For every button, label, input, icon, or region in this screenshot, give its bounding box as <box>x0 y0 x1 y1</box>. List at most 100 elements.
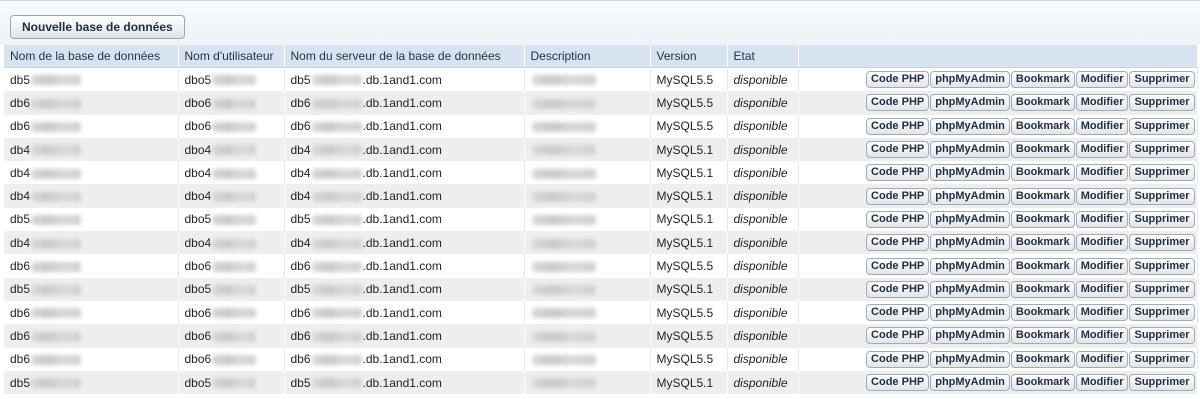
supprimer-button[interactable]: Supprimer <box>1129 280 1195 298</box>
phpmyadmin-button[interactable]: phpMyAdmin <box>930 164 1010 182</box>
new-database-button[interactable]: Nouvelle base de données <box>10 15 185 39</box>
supprimer-button[interactable]: Supprimer <box>1129 94 1195 112</box>
modifier-button[interactable]: Modifier <box>1075 71 1129 89</box>
column-header-version[interactable]: Version <box>650 45 728 68</box>
phpmyadmin-button[interactable]: phpMyAdmin <box>930 117 1010 135</box>
version-cell: MySQL5.1 <box>650 184 728 208</box>
phpmyadmin-button[interactable]: phpMyAdmin <box>930 210 1010 228</box>
phpmyadmin-button[interactable]: phpMyAdmin <box>930 71 1010 89</box>
bookmark-button[interactable]: Bookmark <box>1010 257 1075 275</box>
supprimer-button[interactable]: Supprimer <box>1129 141 1195 159</box>
supprimer-button[interactable]: Supprimer <box>1129 374 1195 391</box>
modifier-button[interactable]: Modifier <box>1075 164 1129 182</box>
code-php-button[interactable]: Code PHP <box>866 327 930 345</box>
bookmark-button[interactable]: Bookmark <box>1010 327 1075 345</box>
table-header: Nom de la base de données Nom d'utilisat… <box>4 45 1198 68</box>
server-name-prefix: db6 <box>290 119 311 134</box>
status-cell: disponible <box>727 137 799 162</box>
code-php-button[interactable]: Code PHP <box>866 141 930 159</box>
supprimer-button[interactable]: Supprimer <box>1129 327 1195 345</box>
bookmark-button[interactable]: Bookmark <box>1010 94 1075 112</box>
code-php-button[interactable]: Code PHP <box>866 71 930 89</box>
supprimer-button[interactable]: Supprimer <box>1129 304 1195 322</box>
server-name-suffix: .db.1and1.com <box>362 72 442 87</box>
code-php-button[interactable]: Code PHP <box>866 210 930 228</box>
phpmyadmin-button[interactable]: phpMyAdmin <box>930 257 1010 275</box>
column-header-database-name[interactable]: Nom de la base de données <box>4 45 179 68</box>
column-header-status[interactable]: Etat <box>727 45 799 68</box>
code-php-button[interactable]: Code PHP <box>866 257 930 275</box>
modifier-button[interactable]: Modifier <box>1075 257 1129 275</box>
modifier-button[interactable]: Modifier <box>1075 280 1129 298</box>
redacted-value <box>531 98 596 109</box>
modifier-button[interactable]: Modifier <box>1075 327 1129 345</box>
supprimer-button[interactable]: Supprimer <box>1129 210 1195 228</box>
bookmark-button[interactable]: Bookmark <box>1010 280 1075 298</box>
modifier-button[interactable]: Modifier <box>1075 374 1129 391</box>
supprimer-button[interactable]: Supprimer <box>1129 71 1195 89</box>
modifier-button[interactable]: Modifier <box>1075 187 1129 205</box>
modifier-button[interactable]: Modifier <box>1075 117 1129 135</box>
phpmyadmin-button[interactable]: phpMyAdmin <box>930 94 1010 112</box>
table-row: db6 dbo6 db6 .db.1and1.com MySQL5.5 disponibl… <box>4 347 1198 371</box>
modifier-button[interactable]: Modifier <box>1075 234 1129 252</box>
server-name-cell: db6 .db.1and1.com <box>284 300 525 325</box>
code-php-button[interactable]: Code PHP <box>866 187 930 205</box>
code-php-button[interactable]: Code PHP <box>866 164 930 182</box>
code-php-button[interactable]: Code PHP <box>866 350 930 368</box>
supprimer-button[interactable]: Supprimer <box>1129 350 1195 368</box>
modifier-button[interactable]: Modifier <box>1075 304 1129 322</box>
code-php-button[interactable]: Code PHP <box>866 280 930 298</box>
redacted-value <box>212 308 257 319</box>
bookmark-button[interactable]: Bookmark <box>1010 210 1075 228</box>
bookmark-button[interactable]: Bookmark <box>1010 141 1075 159</box>
modifier-button[interactable]: Modifier <box>1075 94 1129 112</box>
description-cell <box>524 300 651 325</box>
modifier-button[interactable]: Modifier <box>1075 141 1129 159</box>
supprimer-button[interactable]: Supprimer <box>1129 234 1195 252</box>
phpmyadmin-button[interactable]: phpMyAdmin <box>930 187 1010 205</box>
redacted-value <box>31 285 82 296</box>
table-row: db6 dbo6 db6 .db.1and1.com MySQL5.5 disponibl… <box>4 300 1198 325</box>
modifier-button[interactable]: Modifier <box>1075 350 1129 368</box>
modifier-button[interactable]: Modifier <box>1075 210 1129 228</box>
username-cell: dbo6 <box>178 114 285 138</box>
supprimer-button[interactable]: Supprimer <box>1129 257 1195 275</box>
bookmark-button[interactable]: Bookmark <box>1010 304 1075 322</box>
phpmyadmin-button[interactable]: phpMyAdmin <box>930 374 1010 391</box>
bookmark-button[interactable]: Bookmark <box>1010 164 1075 182</box>
description-cell <box>524 67 651 92</box>
supprimer-button[interactable]: Supprimer <box>1129 164 1195 182</box>
column-header-description[interactable]: Description <box>524 45 651 68</box>
server-name-prefix: db6 <box>290 95 311 110</box>
code-php-button[interactable]: Code PHP <box>866 94 930 112</box>
bookmark-button[interactable]: Bookmark <box>1010 117 1075 135</box>
redacted-value <box>31 238 82 249</box>
code-php-button[interactable]: Code PHP <box>866 304 930 322</box>
database-name-cell: db6 <box>4 324 179 348</box>
bookmark-button[interactable]: Bookmark <box>1010 187 1075 205</box>
code-php-button[interactable]: Code PHP <box>866 234 930 252</box>
code-php-button[interactable]: Code PHP <box>866 117 930 135</box>
column-header-username[interactable]: Nom d'utilisateur <box>178 45 285 68</box>
redacted-value <box>31 215 82 226</box>
phpmyadmin-button[interactable]: phpMyAdmin <box>930 304 1010 322</box>
phpmyadmin-button[interactable]: phpMyAdmin <box>930 327 1010 345</box>
column-header-server-name[interactable]: Nom du serveur de la base de données <box>284 45 525 68</box>
phpmyadmin-button[interactable]: phpMyAdmin <box>930 234 1010 252</box>
phpmyadmin-button[interactable]: phpMyAdmin <box>930 141 1010 159</box>
bookmark-button[interactable]: Bookmark <box>1010 234 1075 252</box>
actions-cell: Code PHP phpMyAdmin Bookmark Modifier Suppri… <box>798 114 1198 138</box>
bookmark-button[interactable]: Bookmark <box>1010 71 1075 89</box>
table-row: db6 dbo6 db6 .db.1and1.com MySQL5.5 disponibl… <box>4 114 1198 138</box>
phpmyadmin-button[interactable]: phpMyAdmin <box>930 350 1010 368</box>
supprimer-button[interactable]: Supprimer <box>1129 187 1195 205</box>
status-cell: disponible <box>727 91 799 115</box>
redacted-value <box>212 168 257 179</box>
supprimer-button[interactable]: Supprimer <box>1129 117 1195 135</box>
code-php-button[interactable]: Code PHP <box>866 374 930 391</box>
phpmyadmin-button[interactable]: phpMyAdmin <box>930 280 1010 298</box>
bookmark-button[interactable]: Bookmark <box>1010 350 1075 368</box>
redacted-value <box>311 285 362 296</box>
bookmark-button[interactable]: Bookmark <box>1010 374 1075 391</box>
